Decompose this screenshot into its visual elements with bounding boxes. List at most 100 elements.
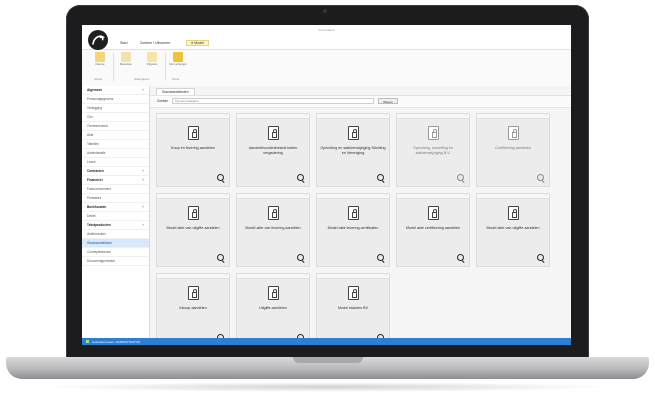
magnifier-icon[interactable] [297,174,304,181]
sidebar-item-personalgegevens[interactable]: Personalgegevens [82,95,149,104]
magnifier-icon[interactable] [217,174,224,181]
pin-icon[interactable]: ⌃ [224,274,227,278]
ribbon-tabs: Start Zoeken / Uitvoeren ● Model [82,39,571,49]
sidebar-item-factuurnummers[interactable]: Factuurnummers [82,185,149,194]
card-title: Oprichting en statutenwijziging Stichtin… [320,146,386,155]
pin-icon[interactable]: ⌃ [464,194,467,198]
template-card[interactable]: ⌃ Oprichting en statutenwijziging Stichti… [316,113,390,187]
pin-icon[interactable]: ⌃ [464,114,467,118]
magnifier-icon[interactable] [377,174,384,181]
template-card[interactable]: ⌃ Model akte levering certificaten [316,193,390,267]
document-lock-icon [428,126,439,140]
new-button-label: Nieuwe [95,63,105,66]
sidebar-item-verlegging[interactable]: Verlegging [82,104,149,113]
sidebar-item-algemeen[interactable]: Algemeen ˄ [82,86,149,95]
magnifier-icon[interactable] [457,254,464,261]
new-doc-icon [95,52,105,62]
template-card[interactable]: ⌃ Koop en levering aandelen [156,113,230,187]
card-header [317,194,389,199]
sidebar-item-debet[interactable]: Debet [82,212,149,221]
sidebar-item-documentgenerator[interactable]: Documentgenerator [82,257,149,266]
magnifier-icon[interactable] [457,174,464,181]
sidebar-item-losse[interactable]: Losse [82,158,149,167]
pin-icon[interactable]: ⌃ [384,114,387,118]
release-button[interactable]: Vrijgeven [142,52,162,66]
template-card[interactable]: ⌃ Model akte van uitgifte aandelen [476,193,550,267]
sidebar-item-label: Prestaties [87,196,102,200]
template-card[interactable]: ⌃ Model akte van uitgifte aandelen [156,193,230,267]
app-logo-icon[interactable] [88,30,108,50]
laptop-notch [293,357,363,363]
sidebar-item-boekhouden[interactable]: Boekhouden ˄ [82,203,149,212]
template-card[interactable]: ⌃ Inkoop aandelen [156,273,230,345]
document-lock-icon [508,126,519,140]
ribbon-tab-search[interactable]: Zoeken / Uitvoeren [140,41,170,45]
template-card[interactable]: ⌃ Model akte certificering aandelen [396,193,470,267]
edit-button[interactable]: Bewerken [116,52,136,66]
sidebar-item-prestaties[interactable]: Prestaties [82,194,149,203]
pin-icon[interactable]: ⌃ [384,274,387,278]
magnifier-icon[interactable] [297,254,304,261]
template-card[interactable]: ⌃ Model akte van levering aandelen [236,193,310,267]
pin-icon[interactable]: ⌃ [304,274,307,278]
pin-icon[interactable]: ⌃ [224,194,227,198]
sidebar-item-tekstproducten[interactable]: Tekstproducten ˄ [82,221,149,230]
pin-icon[interactable]: ⌃ [384,194,387,198]
magnifier-icon[interactable] [537,254,544,261]
card-title: Model akte certificering aandelen [405,226,461,230]
sidebar-item-financieel[interactable]: Financieel ˄ [82,176,149,185]
sidebar-item-overeenkomst[interactable]: Overeenkomst [82,122,149,131]
ribbon-tab-start[interactable]: Start [120,41,128,45]
sidebar-item-label: Clio [87,115,93,119]
magnifier-icon[interactable] [217,254,224,261]
sidebar-item-label: Tabellen [87,142,99,146]
card-title: Uitgifte aandelen [259,306,287,310]
sidebar-item-contracten[interactable]: Contracten ˅ [82,167,149,176]
sidebar-item-tabellen[interactable]: Tabellen [82,140,149,149]
tab-standaardteksten[interactable]: Standaardteksten [156,88,195,95]
search-input[interactable] [172,98,374,104]
sidebar-item-label: Documentgenerator [87,259,116,263]
pin-icon[interactable]: ⌃ [224,114,227,118]
app-title: Kennisbank [318,28,335,32]
card-header [397,194,469,199]
magnifier-icon[interactable] [537,174,544,181]
new-button[interactable]: Nieuwe [90,52,110,66]
template-card[interactable]: ⌃ Oprichting, omzetting en statutenwijzig… [396,113,470,187]
pin-icon[interactable]: ⌃ [544,194,547,198]
template-card[interactable]: ⌃ Certificering aandelen [476,113,550,187]
group-label-tools: Tools [172,77,180,81]
sidebar-item-clio[interactable]: Clio [82,113,149,122]
chevron-down-icon: ˅ [142,169,144,173]
sidebar-item-label: Contracten [87,169,104,173]
edit-button-label: Bewerken [120,63,132,66]
sidebar-item-standaardteksten[interactable]: Standaardteksten [82,239,149,248]
template-card[interactable]: ⌃ Uitgifte aandelen [236,273,310,345]
template-card[interactable]: ⌃ Model statuten BV [316,273,390,345]
card-header [317,114,389,119]
sidebar-item-label: Akteformulier [87,232,106,236]
card-title: Model akte van uitgifte aandelen [166,226,220,230]
status-icon [86,340,89,343]
sidebar-item-conceptenkeuze[interactable]: Conceptenkeuze [82,248,149,257]
pin-icon[interactable]: ⌃ [304,114,307,118]
ribbon-tab-model[interactable]: ● Model [186,40,209,46]
card-title: Koop en levering aandelen [171,146,215,150]
card-header [237,274,309,279]
hide-info-button[interactable]: Info verbergen [168,52,188,66]
main-panel: Standaardteksten Zoeken Wissen ⌃ Koop en … [150,86,571,345]
release-icon [147,52,157,62]
pin-icon[interactable]: ⌃ [304,194,307,198]
document-lock-icon [188,286,199,300]
document-lock-icon [188,206,199,220]
sidebar-item-administratie[interactable]: Administratie [82,149,149,158]
magnifier-icon[interactable] [377,254,384,261]
template-card[interactable]: ⌃ Aandeelhoudersbesluit buiten vergaderin… [236,113,310,187]
card-title: Model statuten BV [337,306,369,310]
sidebar-item-akteformulier[interactable]: Akteformulier [82,230,149,239]
pin-icon[interactable]: ⌃ [544,114,547,118]
clear-button[interactable]: Wissen [378,98,398,104]
sidebar-item-akte[interactable]: Akte [82,131,149,140]
document-lock-icon [348,206,359,220]
app-window: Kennisbank Start Zoeken / Uitvoeren ● Mo… [82,25,571,345]
